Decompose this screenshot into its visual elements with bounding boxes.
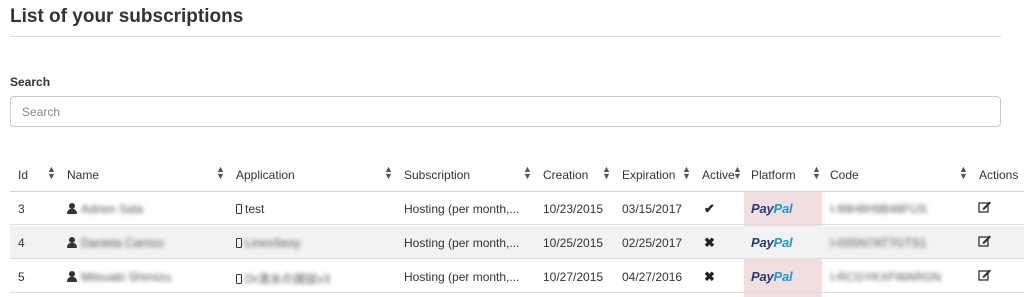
edit-icon[interactable] — [978, 268, 992, 282]
edit-icon[interactable] — [978, 200, 992, 214]
user-name: Mitsuaki Shimizu — [81, 270, 172, 284]
title-divider — [10, 36, 1001, 37]
row-expiration: 04/27/2016 — [622, 270, 683, 284]
search-label: Search — [10, 75, 51, 89]
user-name: Daniela Carrizo — [81, 236, 164, 250]
user-icon — [67, 237, 77, 248]
column-header-platform[interactable]: Platform — [751, 168, 796, 182]
table-row[interactable]: 3 Adrien Sala test Hosting (per month,..… — [10, 192, 1024, 225]
paypal-logo: PayPal — [751, 201, 793, 216]
sort-icon[interactable]: ▲ ▼ — [384, 165, 393, 181]
edit-icon[interactable] — [978, 234, 992, 248]
row-expiration: 03/15/2017 — [622, 202, 683, 216]
row-subscription: Hosting (per month,... — [404, 236, 520, 250]
application-name: LinesSexy — [245, 236, 301, 250]
row-id: 5 — [18, 270, 25, 284]
row-name[interactable]: Daniela Carrizo — [67, 236, 164, 250]
user-name: Adrien Sala — [81, 202, 144, 216]
sort-icon[interactable]: ▲ ▼ — [216, 165, 225, 181]
column-header-application[interactable]: Application — [236, 168, 295, 182]
inactive-x-icon: ✖ — [704, 269, 715, 284]
sort-icon[interactable]: ▲ ▼ — [733, 165, 742, 181]
row-application[interactable]: LinesSexy — [236, 236, 300, 250]
row-expiration: 02/25/2017 — [622, 236, 683, 250]
table-row[interactable]: 4 Daniela Carrizo LinesSexy Hosting (per… — [10, 226, 1024, 259]
column-header-name[interactable]: Name — [67, 168, 99, 182]
mobile-icon — [236, 238, 242, 248]
row-name[interactable]: Mitsuaki Shimizu — [67, 270, 171, 284]
sort-icon[interactable]: ▲ ▼ — [523, 165, 532, 181]
active-check-icon: ✔ — [704, 201, 715, 216]
column-header-id[interactable]: Id — [18, 168, 28, 182]
table-header: Id ▲ ▼ Name ▲ ▼ Application ▲ ▼ Subscriptio… — [10, 158, 1024, 192]
column-header-code[interactable]: Code — [830, 168, 859, 182]
column-header-active[interactable]: Active — [702, 168, 735, 182]
row-code: I-99H8H9B48FUS — [830, 202, 927, 216]
sort-icon[interactable]: ▲ ▼ — [682, 165, 691, 181]
row-creation: 10/25/2015 — [543, 236, 604, 250]
mobile-icon — [236, 204, 242, 214]
row-creation: 10/27/2015 — [543, 270, 604, 284]
inactive-x-icon: ✖ — [704, 235, 715, 250]
column-header-expiration[interactable]: Expiration — [622, 168, 675, 182]
row-code: I-0S5N7AT7GTS1 — [830, 236, 927, 250]
page-title: List of your subscriptions — [10, 6, 244, 27]
row-id: 4 — [18, 236, 25, 250]
user-icon — [67, 203, 77, 214]
row-application[interactable]: Dr清水の雑談v3 — [236, 270, 330, 287]
user-icon — [67, 271, 77, 282]
application-name: test — [245, 202, 265, 216]
row-code: I-RCGYKXFWARGN — [830, 270, 941, 284]
column-header-creation[interactable]: Creation — [543, 168, 588, 182]
column-header-actions: Actions — [979, 168, 1019, 182]
search-input[interactable] — [10, 96, 1001, 127]
sort-icon[interactable]: ▲ ▼ — [602, 165, 611, 181]
sort-icon[interactable]: ▲ ▼ — [959, 165, 968, 181]
column-header-subscription[interactable]: Subscription — [404, 168, 470, 182]
row-creation: 10/23/2015 — [543, 202, 604, 216]
sort-icon[interactable]: ▲ ▼ — [47, 165, 56, 181]
row-subscription: Hosting (per month,... — [404, 202, 520, 216]
sort-icon[interactable]: ▲ ▼ — [812, 165, 821, 181]
row-subscription: Hosting (per month,... — [404, 270, 520, 284]
row-id: 3 — [18, 202, 25, 216]
row-name[interactable]: Adrien Sala — [67, 202, 143, 216]
application-name: Dr清水の雑談v3 — [245, 272, 331, 286]
paypal-logo: PayPal — [751, 269, 793, 284]
mobile-icon — [236, 274, 242, 284]
table-row[interactable]: 5 Mitsuaki Shimizu Dr清水の雑談v3 Hosting (pe… — [10, 260, 1024, 293]
paypal-logo: PayPal — [751, 235, 793, 250]
row-application[interactable]: test — [236, 202, 264, 216]
